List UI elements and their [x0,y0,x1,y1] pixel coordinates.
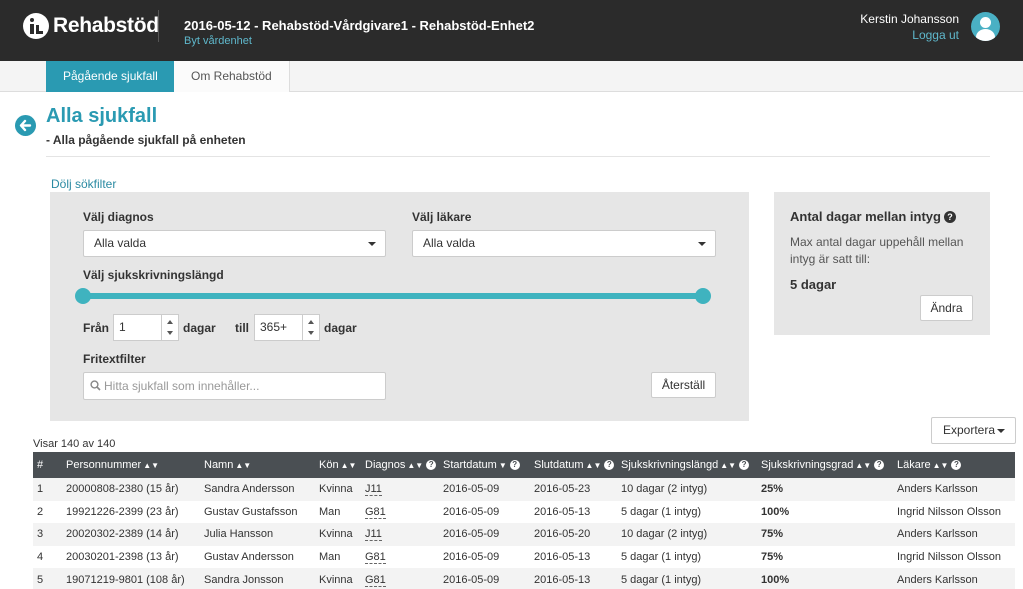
col-index: # [33,452,62,478]
sort-icon: ▲▼ [340,461,357,470]
sort-icon: ▲▼ [720,461,737,470]
info-title: Antal dagar mellan intyg? [790,209,956,224]
caret-up-icon[interactable] [308,320,314,324]
reset-button[interactable]: Återställ [651,372,716,398]
care-unit-title: 2016-05-12 - Rehabstöd-Vårdgivare1 - Reh… [184,18,535,33]
chevron-down-icon [698,242,706,246]
length-slider-track[interactable] [83,293,703,299]
result-count: Visar 140 av 140 [33,438,116,450]
table-row[interactable]: 2 19921226-2399 (23 år) Gustav Gustafsso… [33,500,1015,524]
header-divider [158,10,159,42]
from-days-input[interactable]: 1 [113,314,179,341]
help-icon: ? [874,460,885,470]
sort-icon: ▲▼ [585,461,602,470]
search-placeholder: Hitta sjukfall som innehåller... [104,379,260,393]
chevron-down-icon [368,242,376,246]
sort-icon: ▲▼ [407,461,424,470]
top-navbar: Rehabstöd 2016-05-12 - Rehabstöd-Vårdgiv… [0,0,1023,61]
to-days-value: 365+ [260,320,288,334]
table-row[interactable]: 1 20000808-2380 (15 år) Sandra Andersson… [33,478,1015,501]
caret-down-icon[interactable] [308,331,314,335]
sort-icon: ▲▼ [932,461,949,470]
table-row[interactable]: 3 20020302-2389 (14 år) Julia Hansson Kv… [33,523,1015,546]
sick-leave-table: # Personnummer ▲▼ Namn ▲▼ Kön ▲▼ Diagnos ▲▼?… [33,452,1015,589]
col-degree[interactable]: Sjukskrivningsgrad ▲▼? [757,452,893,478]
info-title-text: Antal dagar mellan intyg [790,209,941,224]
col-enddate[interactable]: Slutdatum ▲▼? [530,452,617,478]
days-between-certificates-panel: Antal dagar mellan intyg? Max antal daga… [774,192,990,335]
col-startdate[interactable]: Startdatum ▼? [439,452,530,478]
search-icon [90,380,101,391]
help-icon: ? [509,460,520,470]
help-icon: ? [426,460,437,470]
page-title: Alla sjukfall [46,105,158,127]
sort-icon: ▲▼ [143,461,160,470]
logo-text: Rehabstöd [53,14,159,37]
diagnosis-code[interactable]: G81 [365,505,386,519]
col-length[interactable]: Sjukskrivningslängd ▲▼? [617,452,757,478]
col-diagnosis[interactable]: Diagnos ▲▼? [361,452,439,478]
diagnosis-select-value: Alla valda [94,236,147,250]
freetext-search-input[interactable]: Hitta sjukfall som innehåller... [83,372,386,400]
change-unit-link[interactable]: Byt vårdenhet [184,35,252,47]
diagnosis-label: Välj diagnos [83,210,154,224]
from-days-unit: dagar [183,321,216,335]
doctor-label: Välj läkare [412,210,472,224]
help-icon: ? [951,460,962,470]
sort-icon: ▲▼ [235,461,252,470]
from-days-value: 1 [119,320,126,334]
export-label: Exportera [943,423,996,437]
from-days-stepper[interactable] [161,315,178,340]
table-row[interactable]: 4 20030201-2398 (13 år) Gustav Andersson… [33,545,1015,569]
back-button[interactable] [15,115,36,136]
to-days-input[interactable]: 365+ [254,314,320,341]
caret-up-icon[interactable] [167,320,173,324]
logout-link[interactable]: Logga ut [912,28,959,42]
help-icon: ? [604,460,615,470]
to-days-unit: dagar [324,321,357,335]
chevron-down-icon [997,429,1005,433]
help-icon[interactable]: ? [943,211,956,223]
col-personnummer[interactable]: Personnummer ▲▼ [62,452,200,478]
info-description: Max antal dagar uppehåll mellan intyg är… [790,235,964,266]
length-label: Välj sjukskrivningslängd [83,268,224,282]
arrow-left-icon [19,119,32,132]
main-tabs: Pågående sjukfall Om Rehabstöd [0,61,1023,92]
from-label: Från [83,321,110,335]
diagnosis-code[interactable]: J11 [365,483,382,497]
change-days-button[interactable]: Ändra [920,295,973,321]
help-icon: ? [739,460,750,470]
tab-ongoing-cases[interactable]: Pågående sjukfall [46,61,175,92]
table-row[interactable]: 5 19071219-9801 (108 år) Sandra Jonsson … [33,568,1015,589]
to-days-stepper[interactable] [302,315,319,340]
diagnosis-code[interactable]: J11 [365,528,382,542]
heading-divider [46,156,990,157]
length-slider-min-handle[interactable] [75,288,91,304]
export-button[interactable]: Exportera [931,417,1016,444]
table-header-row: # Personnummer ▲▼ Namn ▲▼ Kön ▲▼ Diagnos ▲▼?… [33,452,1015,478]
diagnosis-code[interactable]: G81 [365,573,386,587]
diagnosis-select[interactable]: Alla valda [83,230,386,257]
caret-down-icon[interactable] [167,331,173,335]
app-logo[interactable]: Rehabstöd [23,13,159,39]
search-filter-panel: Välj diagnos Alla valda Välj läkare Alla… [50,192,749,421]
diagnosis-code[interactable]: G81 [365,551,386,565]
user-avatar-icon[interactable] [971,12,1000,41]
doctor-select[interactable]: Alla valda [412,230,716,257]
rehab-logo-icon [23,13,49,39]
page-subtitle: - Alla pågående sjukfall på enheten [46,133,246,147]
col-gender[interactable]: Kön ▲▼ [315,452,361,478]
hide-filter-link[interactable]: Dölj sökfilter [51,177,116,191]
freetext-label: Fritextfilter [83,352,146,366]
col-name[interactable]: Namn ▲▼ [200,452,315,478]
info-value: 5 dagar [790,277,837,292]
col-doctor[interactable]: Läkare ▲▼? [893,452,1015,478]
tab-about[interactable]: Om Rehabstöd [174,61,290,92]
doctor-select-value: Alla valda [423,236,476,250]
to-label: till [235,321,249,335]
sort-down-icon: ▼ [498,461,507,470]
user-name: Kerstin Johansson [860,12,959,26]
sort-icon: ▲▼ [855,461,872,470]
length-slider-max-handle[interactable] [695,288,711,304]
